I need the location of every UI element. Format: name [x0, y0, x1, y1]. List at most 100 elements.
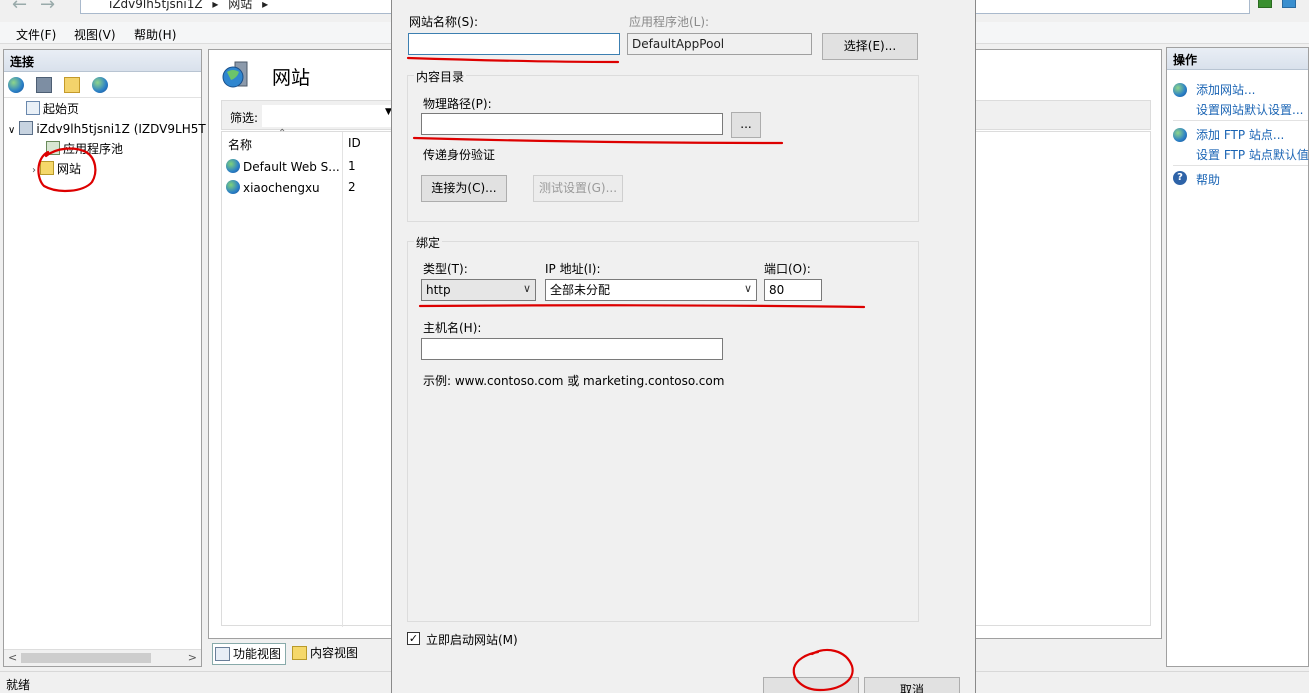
menu-help[interactable]: 帮助(H) — [134, 26, 176, 43]
tree-item-start-page[interactable]: 起始页 — [26, 100, 79, 118]
ip-address-value: 全部未分配 — [550, 283, 611, 297]
menu-view[interactable]: 视图(V) — [74, 26, 116, 43]
content-view-icon — [292, 646, 307, 660]
filter-label: 筛选: — [230, 111, 259, 125]
add-site-link[interactable]: 添加网站... — [1196, 81, 1255, 98]
physical-path-label: 物理路径(P): — [423, 97, 492, 111]
menu-file[interactable]: 文件(F) — [16, 26, 56, 43]
column-divider — [342, 132, 343, 627]
scroll-right-icon[interactable]: > — [188, 651, 197, 664]
server-icon — [19, 121, 34, 135]
connections-toolbar — [4, 72, 201, 98]
site-globe-icon — [226, 159, 240, 173]
up-folder-icon[interactable] — [64, 77, 80, 93]
physical-path-input[interactable] — [421, 113, 723, 135]
sort-caret-icon: ⌃ — [278, 128, 287, 139]
scroll-left-icon[interactable]: < — [8, 651, 17, 664]
column-header-name[interactable]: 名称 — [228, 136, 252, 153]
ftp-defaults-link[interactable]: 设置 FTP 站点默认值 — [1196, 146, 1309, 163]
cancel-button[interactable]: 取消 — [864, 677, 960, 693]
type-select[interactable]: http ∨ — [421, 279, 536, 301]
expand-arrow-icon[interactable]: › — [32, 165, 36, 176]
app-pool-label: 应用程序池(L): — [629, 15, 710, 29]
help-link[interactable]: 帮助 — [1196, 171, 1220, 188]
help-icon: ? — [1173, 171, 1187, 185]
sites-page-icon — [221, 60, 251, 90]
site-id: 1 — [348, 159, 356, 173]
connect-as-button[interactable]: 连接为(C)... — [421, 175, 507, 202]
breadcrumb-server[interactable]: iZdv9lh5tjsni1Z — [109, 0, 203, 11]
add-ftp-icon — [1173, 128, 1187, 142]
test-settings-button[interactable]: 测试设置(G)... — [533, 175, 623, 202]
content-directory-title: 内容目录 — [414, 68, 467, 85]
save-icon[interactable] — [36, 77, 52, 93]
help-toolbar-icon[interactable] — [1282, 0, 1296, 8]
app-pool-icon — [46, 141, 60, 155]
connections-panel: 连接 起始页 ∨ iZdv9lh5tjsni1Z (IZDV9LH5T 应用程序池… — [3, 49, 206, 667]
add-ftp-link[interactable]: 添加 FTP 站点... — [1196, 126, 1284, 143]
disconnect-icon[interactable] — [92, 77, 108, 93]
status-text: 就绪 — [6, 678, 31, 692]
actions-divider — [1173, 165, 1308, 166]
site-name-input[interactable] — [408, 33, 620, 55]
port-input[interactable]: 80 — [764, 279, 822, 301]
ok-button[interactable] — [763, 677, 859, 693]
table-row[interactable]: Default Web S... — [226, 159, 340, 174]
site-name: Default Web S... — [243, 160, 340, 174]
breadcrumb-separator-icon: ▸ — [262, 0, 269, 11]
refresh-icon[interactable] — [1258, 0, 1272, 8]
tab-features-view[interactable]: 功能视图 — [212, 643, 287, 665]
tab-label: 功能视图 — [233, 647, 282, 661]
actions-divider — [1173, 120, 1308, 121]
features-view-icon — [215, 647, 230, 661]
app-pool-field: DefaultAppPool — [627, 33, 812, 55]
start-now-checkbox[interactable]: ✓ — [407, 632, 420, 645]
add-website-dialog: 网站名称(S): 应用程序池(L): DefaultAppPool 选择(E).… — [391, 0, 976, 693]
tab-label: 内容视图 — [310, 646, 359, 660]
tree-item-sites[interactable]: › 网站 — [32, 160, 81, 178]
expand-chevron-icon[interactable]: ∨ — [8, 125, 15, 136]
start-page-icon — [26, 101, 40, 115]
port-label: 端口(O): — [764, 262, 811, 276]
page-title: 网站 — [272, 67, 311, 89]
select-app-pool-button[interactable]: 选择(E)... — [822, 33, 918, 60]
tree-item-label: 网站 — [57, 162, 82, 176]
hostname-input[interactable] — [421, 338, 723, 360]
type-label: 类型(T): — [423, 262, 468, 276]
chevron-down-icon: ∨ — [743, 282, 752, 295]
forward-arrow-icon[interactable]: → — [40, 0, 60, 16]
breadcrumb-separator-icon: ▸ — [212, 0, 219, 11]
sites-folder-icon — [40, 161, 54, 175]
column-header-id[interactable]: ID — [348, 136, 361, 150]
tab-content-view[interactable]: 内容视图 — [290, 643, 358, 665]
connect-globe-icon[interactable] — [8, 77, 24, 93]
actions-header: 操作 — [1167, 48, 1308, 70]
ip-address-label: IP 地址(I): — [545, 262, 601, 276]
tree-item-server[interactable]: ∨ iZdv9lh5tjsni1Z (IZDV9LH5T — [8, 120, 206, 138]
tree-item-label: iZdv9lh5tjsni1Z (IZDV9LH5T — [36, 122, 206, 136]
actions-panel: 操作 添加网站... 设置网站默认设置... 添加 FTP 站点... 设置 F… — [1166, 47, 1309, 667]
breadcrumb-sites[interactable]: 网站 — [228, 0, 252, 11]
site-name-label: 网站名称(S): — [409, 15, 479, 29]
ip-address-select[interactable]: 全部未分配 ∨ — [545, 279, 757, 301]
scroll-thumb[interactable] — [21, 653, 151, 663]
start-now-label: 立即启动网站(M) — [426, 633, 518, 647]
hostname-label: 主机名(H): — [423, 321, 482, 335]
passthrough-auth-label: 传递身份验证 — [423, 148, 496, 162]
filter-input[interactable] — [262, 105, 392, 127]
hostname-example: 示例: www.contoso.com 或 marketing.contoso.… — [423, 374, 725, 388]
horizontal-scrollbar[interactable]: < > — [4, 649, 201, 666]
back-arrow-icon[interactable]: ← — [12, 0, 32, 16]
tree-item-label: 起始页 — [43, 102, 80, 116]
browse-path-button[interactable]: ... — [731, 112, 761, 138]
tree-item-label: 应用程序池 — [63, 142, 124, 156]
site-name: xiaochengxu — [243, 181, 320, 195]
add-site-icon — [1173, 83, 1187, 97]
binding-title: 绑定 — [414, 234, 443, 251]
connections-header: 连接 — [4, 50, 201, 72]
table-row[interactable]: xiaochengxu — [226, 180, 320, 195]
site-defaults-link[interactable]: 设置网站默认设置... — [1196, 101, 1303, 118]
chevron-down-icon: ∨ — [522, 282, 531, 295]
tree-item-app-pools[interactable]: 应用程序池 — [46, 140, 123, 158]
site-globe-icon — [226, 180, 240, 194]
